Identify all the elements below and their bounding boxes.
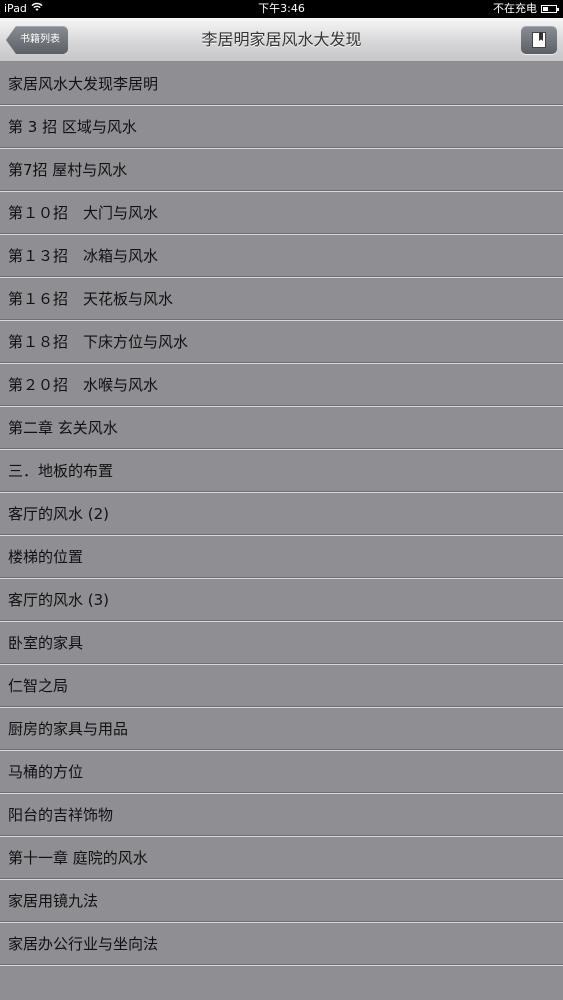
page-title: 李居明家居风水大发现 [201, 30, 362, 49]
chapter-list-item[interactable]: 卧室的家具 [0, 622, 563, 665]
chapter-list-item[interactable]: 三．地板的布置 [0, 450, 563, 493]
chapter-list-item[interactable]: 家居用镜九法 [0, 880, 563, 923]
chapter-list-item[interactable]: 第7招 屋村与风水 [0, 149, 563, 192]
navigation-bar: 书籍列表 李居明家居风水大发现 [0, 18, 563, 62]
chapter-list-item[interactable]: 第二章 玄关风水 [0, 407, 563, 450]
chapter-list: 家居风水大发现李居明第 3 招 区域与风水 第7招 屋村与风水 第１０招 大门与风水… [0, 63, 563, 966]
chapter-list-item[interactable]: 第１６招 天花板与风水 [0, 278, 563, 321]
chapter-list-item[interactable]: 第１０招 大门与风水 [0, 192, 563, 235]
chapter-list-item[interactable]: 家居风水大发现李居明 [0, 63, 563, 106]
bookmark-icon [532, 32, 546, 48]
status-time: 下午3:46 [258, 2, 305, 15]
chapter-list-item[interactable]: 家居办公行业与坐向法 [0, 923, 563, 966]
chapter-list-item[interactable]: 楼梯的位置 [0, 536, 563, 579]
chapter-list-item[interactable]: 马桶的方位 [0, 751, 563, 794]
battery-icon [541, 5, 559, 13]
chapter-list-item[interactable]: 第２０招 水喉与风水 [0, 364, 563, 407]
charging-status: 不在充电 [493, 2, 537, 15]
bookmark-button[interactable] [521, 26, 557, 54]
chapter-list-item[interactable]: 客厅的风水 (3) [0, 579, 563, 622]
chapter-list-item[interactable]: 仁智之局 [0, 665, 563, 708]
chapter-list-item[interactable]: 第１８招 下床方位与风水 [0, 321, 563, 364]
status-bar: iPad 下午3:46 不在充电 [0, 0, 563, 18]
chapter-list-item[interactable]: 第 3 招 区域与风水 [0, 106, 563, 149]
chapter-list-item[interactable]: 阳台的吉祥饰物 [0, 794, 563, 837]
chapter-list-item[interactable]: 客厅的风水 (2) [0, 493, 563, 536]
chapter-list-item[interactable]: 第十一章 庭院的风水 [0, 837, 563, 880]
chapter-list-item[interactable]: 厨房的家具与用品 [0, 708, 563, 751]
chapter-list-item[interactable]: 第１３招 冰箱与风水 [0, 235, 563, 278]
status-right: 不在充电 [493, 0, 559, 18]
